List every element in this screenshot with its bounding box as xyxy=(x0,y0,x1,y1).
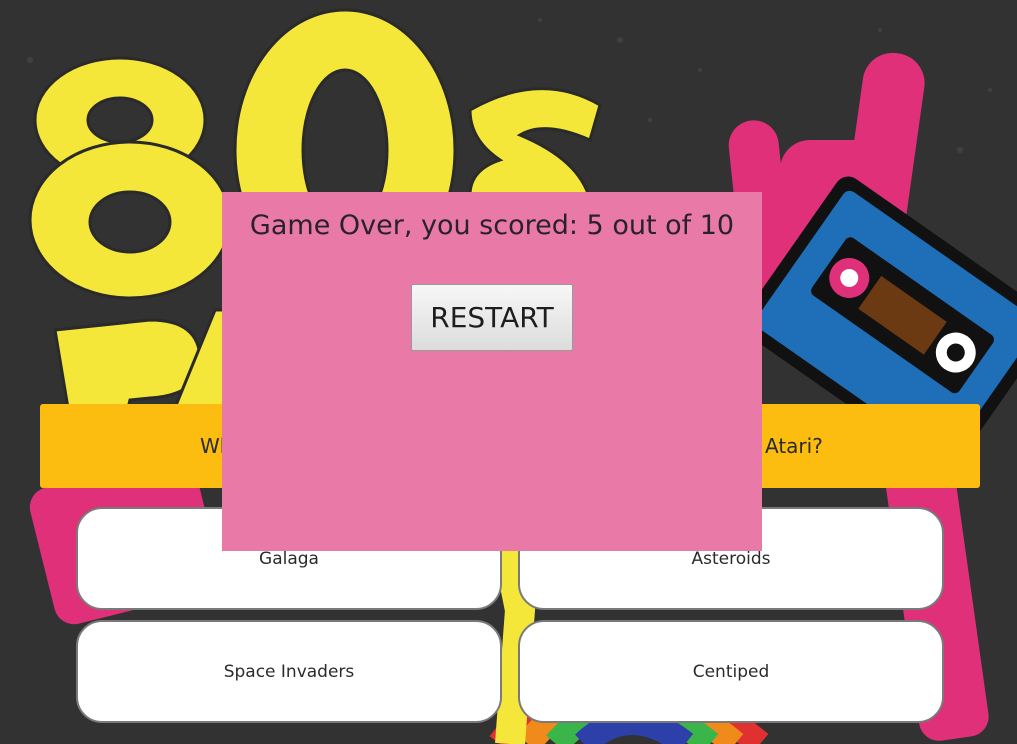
question-text-end: Atari? xyxy=(765,434,823,458)
game-over-modal: Game Over, you scored: 5 out of 10 RESTA… xyxy=(222,192,762,551)
answer-button-space-invaders[interactable]: Space Invaders xyxy=(76,620,502,723)
restart-button[interactable]: RESTART xyxy=(411,284,573,351)
answer-button-centiped[interactable]: Centiped xyxy=(518,620,944,723)
score-message: Game Over, you scored: 5 out of 10 xyxy=(249,210,735,241)
